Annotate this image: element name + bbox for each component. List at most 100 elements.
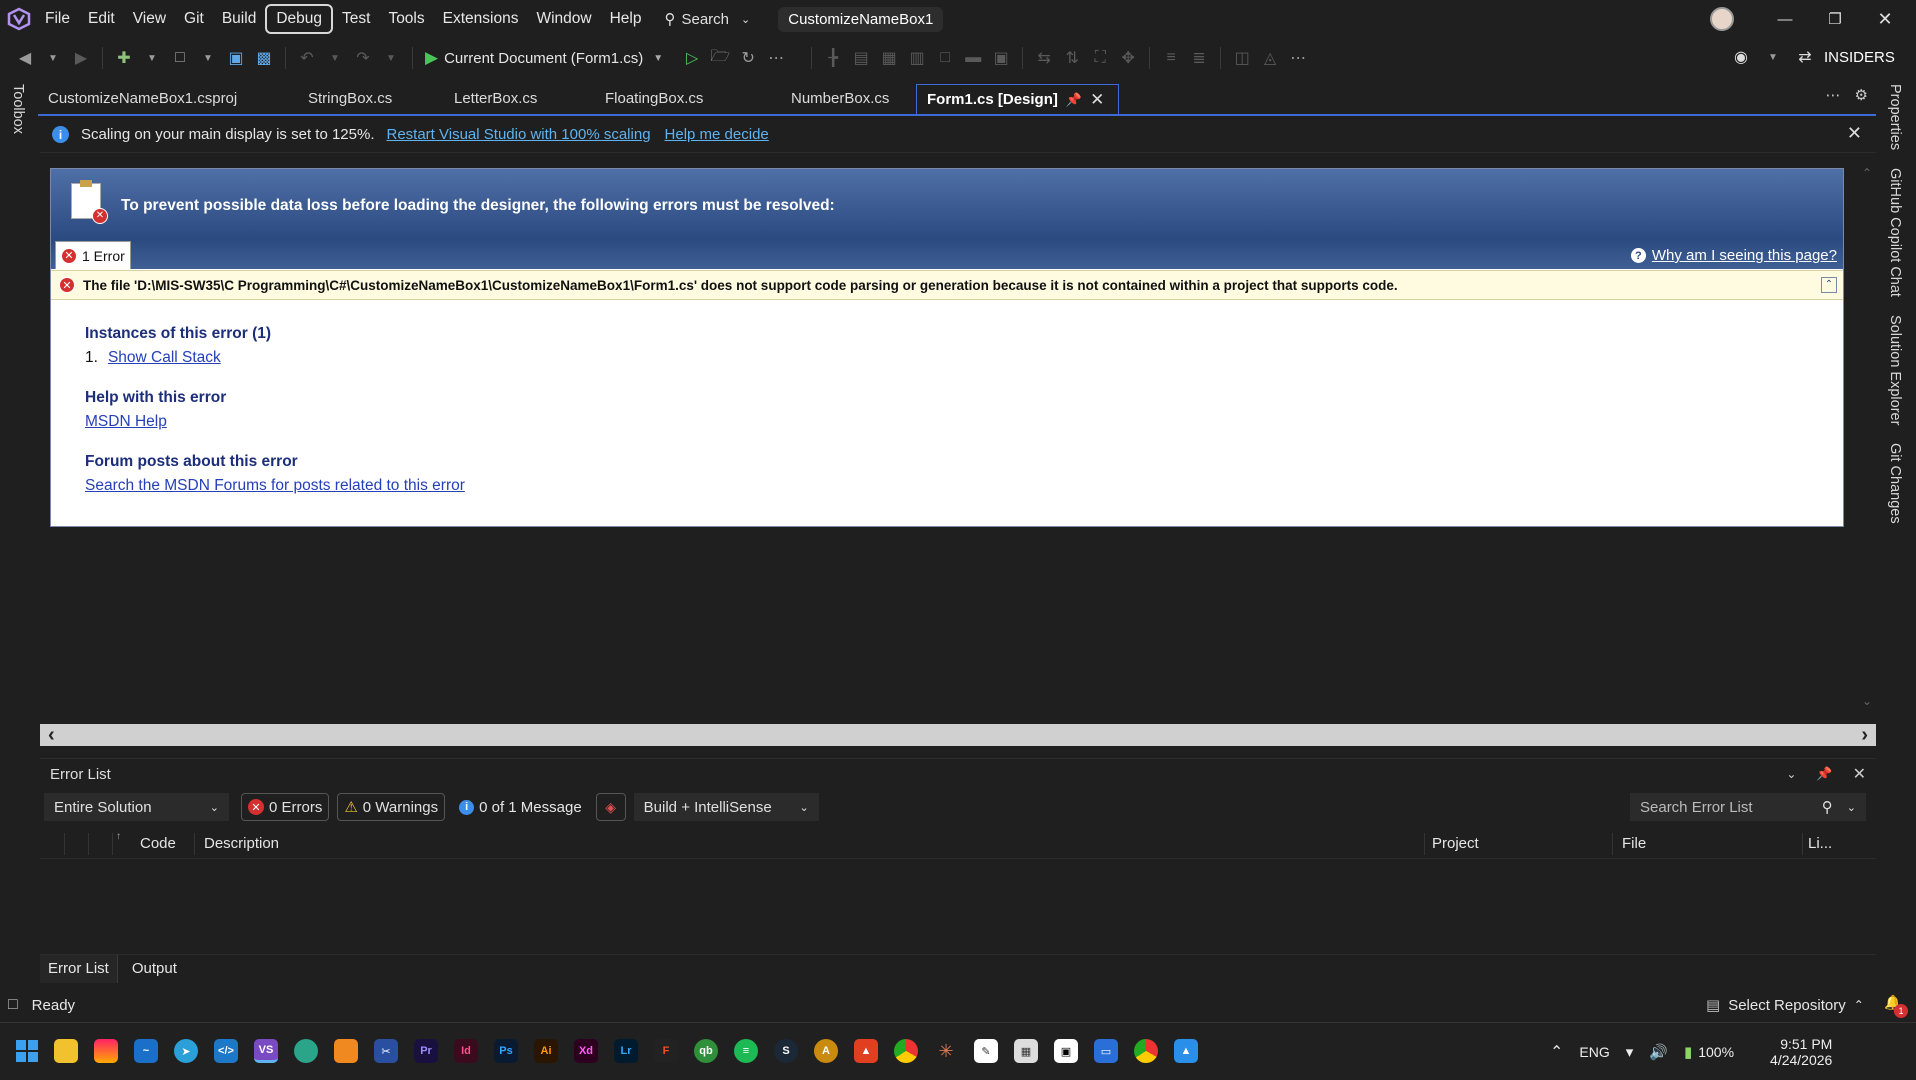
horizontal-scrollbar[interactable]: ‹ › <box>40 724 1876 746</box>
warnings-filter-button[interactable]: ⚠ 0 Warnings <box>337 793 446 821</box>
indesign-icon[interactable]: Id <box>454 1039 478 1063</box>
align-rights-icon[interactable]: ▥ <box>904 45 930 71</box>
show-call-stack-link[interactable]: Show Call Stack <box>108 349 221 367</box>
redo-icon[interactable]: ↷ <box>350 45 376 71</box>
copilot-icon[interactable]: ◉ <box>1728 44 1754 70</box>
make-same-width-icon[interactable]: ⇆ <box>1031 45 1057 71</box>
why-link-group[interactable]: ? Why am I seeing this page? <box>1630 247 1837 264</box>
build-filter-dropdown[interactable]: Build + IntelliSense ⌄ <box>633 793 819 821</box>
search-error-list-input[interactable]: Search Error List ⚲ ⌄ <box>1630 793 1866 821</box>
errors-filter-button[interactable]: ✕ 0 Errors <box>241 793 330 821</box>
scroll-left-icon[interactable]: ‹ <box>48 724 55 747</box>
illustrator-icon[interactable]: Ai <box>534 1039 558 1063</box>
close-panel-icon[interactable]: ✕ <box>1853 764 1866 784</box>
notifications-bell-icon[interactable]: 🔔 1 <box>1884 994 1908 1018</box>
pin-icon[interactable]: 📌 <box>1816 766 1832 782</box>
capcut-icon[interactable]: ▣ <box>1054 1039 1078 1063</box>
menu-build[interactable]: Build <box>213 4 265 34</box>
clock[interactable]: 9:51 PM 4/24/2026 <box>1770 1036 1832 1068</box>
steam-icon[interactable]: S <box>774 1039 798 1063</box>
menu-debug[interactable]: Debug <box>265 4 333 34</box>
save-icon[interactable]: ▣ <box>223 45 249 71</box>
close-infobar-icon[interactable]: ✕ <box>1847 123 1862 144</box>
msdn-help-link[interactable]: MSDN Help <box>85 413 465 431</box>
start-debugging-button[interactable]: ▶ Current Document (Form1.cs) ▼ <box>421 48 667 68</box>
settings-gear-icon[interactable]: ⚙ <box>1855 86 1868 104</box>
tab-form1-design[interactable]: Form1.cs [Design] 📌 ✕ <box>916 84 1119 114</box>
wave-app-icon[interactable]: ~ <box>134 1039 158 1063</box>
tab-output[interactable]: Output <box>118 960 191 977</box>
scroll-up-icon[interactable]: ⌃ <box>1862 166 1872 180</box>
sort-icon[interactable]: ↑ <box>116 831 121 842</box>
menu-test[interactable]: Test <box>333 4 379 34</box>
bring-to-front-icon[interactable]: ◫ <box>1229 45 1255 71</box>
menu-view[interactable]: View <box>124 4 175 34</box>
windows-start-icon[interactable] <box>16 1040 38 1062</box>
undo-icon[interactable]: ↶ <box>294 45 320 71</box>
xd-icon[interactable]: Xd <box>574 1039 598 1063</box>
chevron-down-icon[interactable]: ▼ <box>378 45 404 71</box>
size-to-grid-icon[interactable]: ⛶ <box>1087 45 1113 71</box>
browse-folder-icon[interactable]: 🗁 <box>707 45 733 71</box>
properties-tab[interactable]: Properties <box>1887 84 1903 150</box>
snipping-tool-icon[interactable]: ✂ <box>374 1039 398 1063</box>
msdn-forums-link[interactable]: Search the MSDN Forums for posts related… <box>85 477 465 495</box>
figma-icon[interactable]: F <box>654 1039 678 1063</box>
notepad-icon[interactable]: ✎ <box>974 1039 998 1063</box>
visual-studio-taskbar-icon[interactable]: VS <box>254 1039 278 1063</box>
menu-edit[interactable]: Edit <box>79 4 124 34</box>
chrome-profile-icon[interactable] <box>1134 1039 1158 1063</box>
lightroom-icon[interactable]: Lr <box>614 1039 638 1063</box>
column-project[interactable]: Project <box>1432 835 1479 852</box>
scroll-down-icon[interactable]: ⌄ <box>1862 694 1872 708</box>
new-project-icon[interactable]: ✚ <box>111 45 137 71</box>
close-tab-icon[interactable]: ✕ <box>1090 85 1104 115</box>
align-centers-icon[interactable]: ▦ <box>876 45 902 71</box>
search-button[interactable]: ⚲ Search ⌄ <box>664 10 750 29</box>
more-icon[interactable]: ⋯ <box>763 45 789 71</box>
restart-scaling-link[interactable]: Restart Visual Studio with 100% scaling <box>387 126 651 143</box>
git-changes-tab[interactable]: Git Changes <box>1887 443 1903 524</box>
solution-name-badge[interactable]: CustomizeNameBox1 <box>778 6 944 32</box>
tab-stringbox[interactable]: StringBox.cs <box>288 84 428 114</box>
show-hidden-icons-icon[interactable]: ⌃ <box>1550 1042 1563 1062</box>
align-bottoms-icon[interactable]: ▣ <box>988 45 1014 71</box>
tab-floatingbox[interactable]: FloatingBox.cs <box>573 84 743 114</box>
volume-icon[interactable]: 🔊 <box>1649 1043 1668 1061</box>
help-me-decide-link[interactable]: Help me decide <box>665 126 769 143</box>
error-count-tab[interactable]: ✕ 1 Error <box>55 241 131 269</box>
chevron-down-icon[interactable]: ▼ <box>1760 44 1786 70</box>
wifi-icon[interactable]: ▾ <box>1626 1043 1634 1061</box>
live-share-icon[interactable]: ⇄ <box>1792 44 1818 70</box>
ocr-app-icon[interactable]: ▦ <box>1014 1039 1038 1063</box>
copy-app-icon[interactable] <box>334 1039 358 1063</box>
claude-icon[interactable]: ✳ <box>934 1039 958 1063</box>
tab-csproj[interactable]: CustomizeNameBox1.csproj <box>38 84 288 114</box>
collapse-icon[interactable]: ⌃ <box>1821 277 1837 293</box>
menu-extensions[interactable]: Extensions <box>434 4 528 34</box>
arc-icon[interactable]: A <box>814 1039 838 1063</box>
column-file[interactable]: File <box>1622 835 1646 852</box>
messages-filter-button[interactable]: i 0 of 1 Message <box>453 799 588 816</box>
pin-icon[interactable]: 📌 <box>1066 85 1082 115</box>
battery-icon[interactable]: ▮ <box>1684 1043 1692 1061</box>
solution-explorer-tab[interactable]: Solution Explorer <box>1887 315 1903 425</box>
toolbox-rail[interactable]: Toolbox <box>10 84 26 164</box>
filter-errors-button[interactable]: ◈ <box>595 793 626 821</box>
column-line[interactable]: Li... <box>1808 835 1832 852</box>
save-all-icon[interactable]: ▩ <box>251 45 277 71</box>
more-icon[interactable]: ⋯ <box>1285 45 1311 71</box>
tab-numberbox[interactable]: NumberBox.cs <box>743 84 916 114</box>
copilot-chat-tab[interactable]: GitHub Copilot Chat <box>1887 168 1903 297</box>
tab-error-list[interactable]: Error List <box>40 954 118 983</box>
chrome-icon[interactable] <box>894 1039 918 1063</box>
make-same-height-icon[interactable]: ⇅ <box>1059 45 1085 71</box>
maximize-icon[interactable]: ❐ <box>1810 10 1860 28</box>
insiders-label[interactable]: INSIDERS <box>1824 49 1895 66</box>
chevron-down-icon[interactable]: ▼ <box>40 45 66 71</box>
send-to-back-icon[interactable]: ◬ <box>1257 45 1283 71</box>
scroll-right-icon[interactable]: › <box>1861 724 1868 747</box>
edge-icon[interactable] <box>294 1039 318 1063</box>
column-code[interactable]: Code <box>140 835 176 852</box>
qbittorrent-icon[interactable]: qb <box>694 1039 718 1063</box>
